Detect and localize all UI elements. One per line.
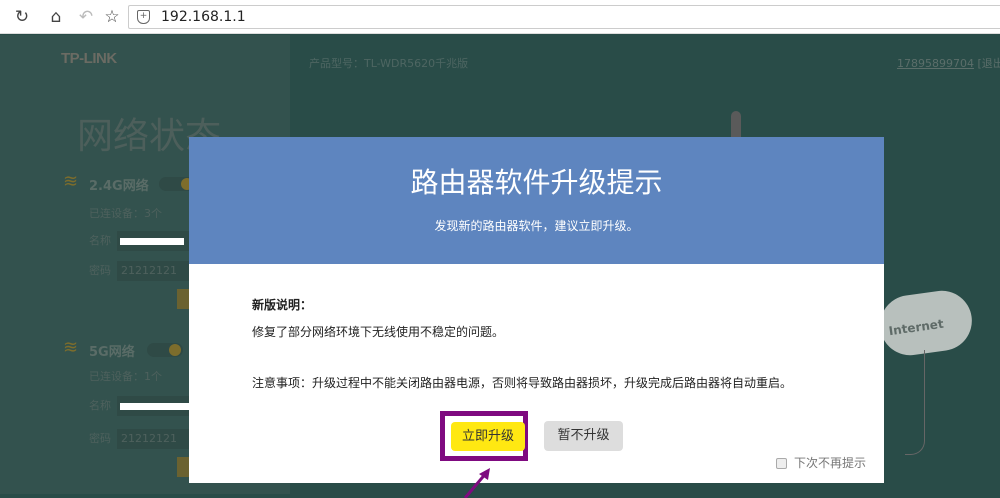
wifi-icon: ≋ xyxy=(63,171,79,192)
connection-line xyxy=(905,350,925,455)
network-name: 5G网络 xyxy=(89,345,135,360)
url-text: 192.168.1.1 xyxy=(161,9,246,25)
password-field[interactable]: 21212121 xyxy=(117,261,197,281)
ssid-label: 名称 xyxy=(89,234,111,247)
internet-cloud: Internet xyxy=(876,286,976,360)
redaction xyxy=(120,403,190,410)
address-bar[interactable]: +192.168.1.1 xyxy=(128,5,1000,29)
redaction xyxy=(120,238,184,245)
wifi-icon: ≋ xyxy=(63,337,79,358)
connected-devices: 已连设备：3个 xyxy=(89,207,162,220)
network-toggle[interactable] xyxy=(147,343,183,357)
home-icon[interactable]: ⌂ xyxy=(46,7,66,27)
reload-icon[interactable]: ↻ xyxy=(12,7,32,27)
warning-text: 注意事项：升级过程中不能关闭路由器电源，否则将导致路由器损坏，升级完成后路由器将… xyxy=(252,376,793,390)
back-icon[interactable]: ↶ xyxy=(76,7,96,27)
password-label: 密码 xyxy=(89,432,111,445)
dialog-header: 路由器软件升级提示 发现新的路由器软件，建议立即升级。 xyxy=(189,137,884,264)
release-notes: 修复了部分网络环境下无线使用不稳定的问题。 xyxy=(252,325,505,339)
skip-upgrade-button[interactable]: 暂不升级 xyxy=(544,421,623,451)
password-field[interactable]: 21212121 xyxy=(117,429,197,449)
network-name: 2.4G网络 xyxy=(89,179,149,194)
dont-remind-label: 下次不再提示 xyxy=(794,456,867,470)
shield-icon: + xyxy=(137,10,150,24)
internet-label: Internet xyxy=(887,316,945,339)
browser-toolbar: ↻ ⌂ ↶ ☆ +192.168.1.1 xyxy=(0,0,1000,34)
favorite-star-icon[interactable]: ☆ xyxy=(102,7,122,27)
password-label: 密码 xyxy=(89,264,111,277)
connected-devices: 已连设备：1个 xyxy=(89,370,162,383)
upgrade-now-button[interactable]: 立即升级 xyxy=(451,422,525,451)
tp-link-logo: TP-LINK xyxy=(61,50,117,67)
ssid-label: 名称 xyxy=(89,399,111,412)
logout-link[interactable]: [退出] xyxy=(977,57,1000,70)
dialog-title: 路由器软件升级提示 xyxy=(410,166,663,199)
notes-heading: 新版说明： xyxy=(252,298,313,312)
account-link[interactable]: 17895899704 xyxy=(897,57,974,70)
product-model: 产品型号：TL-WDR5620千兆版 xyxy=(309,57,469,70)
dialog-subtitle: 发现新的路由器软件，建议立即升级。 xyxy=(434,219,639,233)
upgrade-dialog: 路由器软件升级提示 发现新的路由器软件，建议立即升级。 新版说明： 修复了部分网… xyxy=(189,137,884,483)
dont-remind-checkbox[interactable] xyxy=(776,458,787,469)
